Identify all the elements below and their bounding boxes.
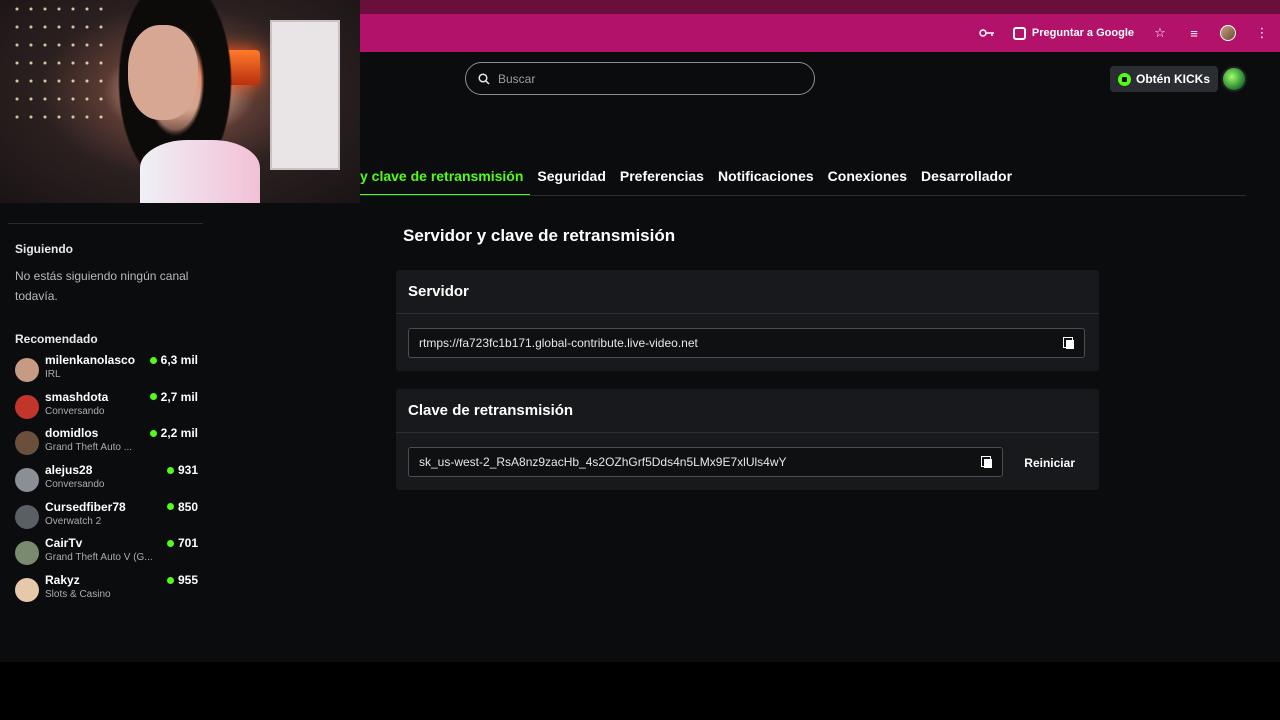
channel-category: IRL [45, 369, 61, 380]
page-title: Servidor y clave de retransmisión [403, 226, 676, 245]
tab-preferences[interactable]: Preferencias [613, 160, 711, 196]
key-icon[interactable] [979, 25, 995, 41]
viewer-count: 701 [166, 536, 198, 551]
viewer-count: 2,2 mil [149, 426, 198, 441]
kicks-icon [1118, 72, 1131, 86]
copy-icon[interactable] [1063, 337, 1075, 349]
menu-icon[interactable]: ⋮ [1254, 25, 1270, 41]
tab-security[interactable]: Seguridad [530, 160, 612, 196]
channel-avatar [15, 431, 39, 456]
channel-category: Conversando [45, 479, 105, 491]
viewer-count-value: 701 [177, 536, 198, 551]
webcam-overlay [0, 0, 360, 203]
following-empty-text: No estás siguiendo ningún canal todavía. [15, 269, 189, 303]
channel-avatar [15, 504, 39, 529]
channel-category: Grand Theft Auto ... [45, 442, 133, 454]
viewer-count: 2,7 mil [149, 389, 198, 404]
recommended-channel[interactable]: alejus28 Conversando 931 [15, 463, 205, 500]
profile-avatar[interactable] [1220, 25, 1236, 41]
streamer-shirt [140, 140, 260, 203]
viewer-count-value: 850 [177, 499, 198, 514]
user-avatar[interactable] [1221, 66, 1247, 92]
tab-connections[interactable]: Conexiones [821, 160, 914, 196]
copy-icon[interactable] [981, 456, 993, 468]
channel-name: Rakyz [45, 573, 80, 588]
channel-name: milenkanolasco [45, 353, 136, 367]
channel-avatar [15, 358, 39, 382]
tab-developer[interactable]: Desarrollador [914, 160, 1019, 196]
channel-category: Conversando [45, 405, 105, 417]
stream-key-field[interactable]: sk_us-west-2_RsA8nz9zacHb_4s2OZhGrf5Dds4… [408, 447, 1003, 477]
media-icon[interactable]: ≡ [1186, 25, 1202, 41]
channel-category: Overwatch 2 [45, 515, 102, 527]
stream-key-card: Clave de retransmisión sk_us-west-2_RsA8… [396, 389, 1099, 490]
viewer-count-value: 6,3 mil [160, 353, 198, 367]
channel-avatar [15, 541, 39, 566]
viewer-count-value: 2,2 mil [160, 426, 198, 441]
channel-name: domidlos [45, 426, 99, 441]
recommended-heading: Recomendado [15, 332, 98, 346]
channel-name: Cursedfiber78 [45, 499, 126, 514]
stream-key-heading: Clave de retransmisión [396, 389, 1099, 433]
string-lights [10, 0, 110, 130]
live-dot-icon [166, 466, 174, 474]
recommended-channel[interactable]: Cursedfiber78 Overwatch 2 850 [15, 500, 205, 537]
search-input[interactable] [498, 71, 798, 86]
stream-key-value: sk_us-west-2_RsA8nz9zacHb_4s2OZhGrf5Dds4… [419, 455, 787, 469]
cabinet [270, 20, 340, 170]
viewer-count-value: 955 [177, 573, 198, 588]
server-url-field[interactable]: rtmps://fa723fc1b171.global-contribute.l… [408, 328, 1085, 358]
get-kicks-label: Obtén KICKs [1136, 72, 1211, 86]
live-dot-icon [149, 356, 157, 364]
tab-notifications[interactable]: Notificaciones [711, 160, 821, 196]
live-dot-icon [149, 393, 157, 401]
server-url-value: rtmps://fa723fc1b171.global-contribute.l… [419, 336, 698, 350]
tab-stream-key[interactable]: y clave de retransmisión [360, 160, 531, 196]
recommended-channel[interactable]: domidlos Grand Theft Auto ... 2,2 mil [15, 426, 205, 463]
star-icon[interactable]: ☆ [1152, 25, 1168, 41]
following-heading: Siguiendo [15, 242, 73, 256]
live-dot-icon [166, 503, 174, 511]
streamer-face [128, 25, 198, 120]
viewer-count: 6,3 mil [149, 353, 198, 367]
channel-category: Grand Theft Auto V (G... [45, 552, 153, 564]
sidebar: Siguiendo No estás siguiendo ningún cana… [0, 203, 215, 610]
ask-google-button[interactable]: Preguntar a Google [1012, 26, 1134, 40]
tabs-divider [360, 195, 1246, 196]
channel-avatar [15, 468, 39, 493]
get-kicks-button[interactable]: Obtén KICKs [1110, 66, 1219, 92]
search-bar[interactable] [465, 62, 815, 95]
recommended-channel[interactable]: milenkanolasco IRL 6,3 mil [15, 353, 205, 390]
channel-avatar [15, 578, 39, 603]
search-icon [478, 72, 490, 85]
recommended-channel[interactable]: smashdota Conversando 2,7 mil [15, 390, 205, 427]
viewer-count-value: 931 [177, 463, 198, 478]
live-dot-icon [166, 576, 174, 584]
viewer-count: 850 [166, 499, 198, 514]
recommended-channel[interactable]: CairTv Grand Theft Auto V (G... 701 [15, 536, 205, 573]
server-heading: Servidor [396, 270, 1099, 314]
google-lens-icon [1012, 26, 1026, 40]
channel-name: smashdota [45, 389, 109, 404]
viewer-count-value: 2,7 mil [160, 389, 198, 404]
live-dot-icon [166, 539, 174, 547]
channel-category: Slots & Casino [45, 589, 111, 601]
reset-key-button[interactable]: Reiniciar [1012, 448, 1087, 478]
ask-google-label: Preguntar a Google [1031, 27, 1134, 39]
settings-tabs: y clave de retransmisión Seguridad Prefe… [360, 160, 1019, 196]
viewer-count: 955 [166, 573, 198, 588]
sidebar-divider [8, 223, 203, 224]
channel-avatar [15, 394, 39, 419]
recommended-channel[interactable]: Rakyz Slots & Casino 955 [15, 573, 205, 610]
channel-name: CairTv [45, 536, 83, 551]
viewer-count: 931 [166, 463, 198, 478]
recommended-list: milenkanolasco IRL 6,3 mil smashdota Convers… [15, 353, 205, 610]
server-card: Servidor rtmps://fa723fc1b171.global-con… [396, 270, 1099, 371]
live-dot-icon [149, 429, 157, 437]
channel-name: alejus28 [45, 463, 93, 478]
video-letterbox [0, 662, 1280, 720]
